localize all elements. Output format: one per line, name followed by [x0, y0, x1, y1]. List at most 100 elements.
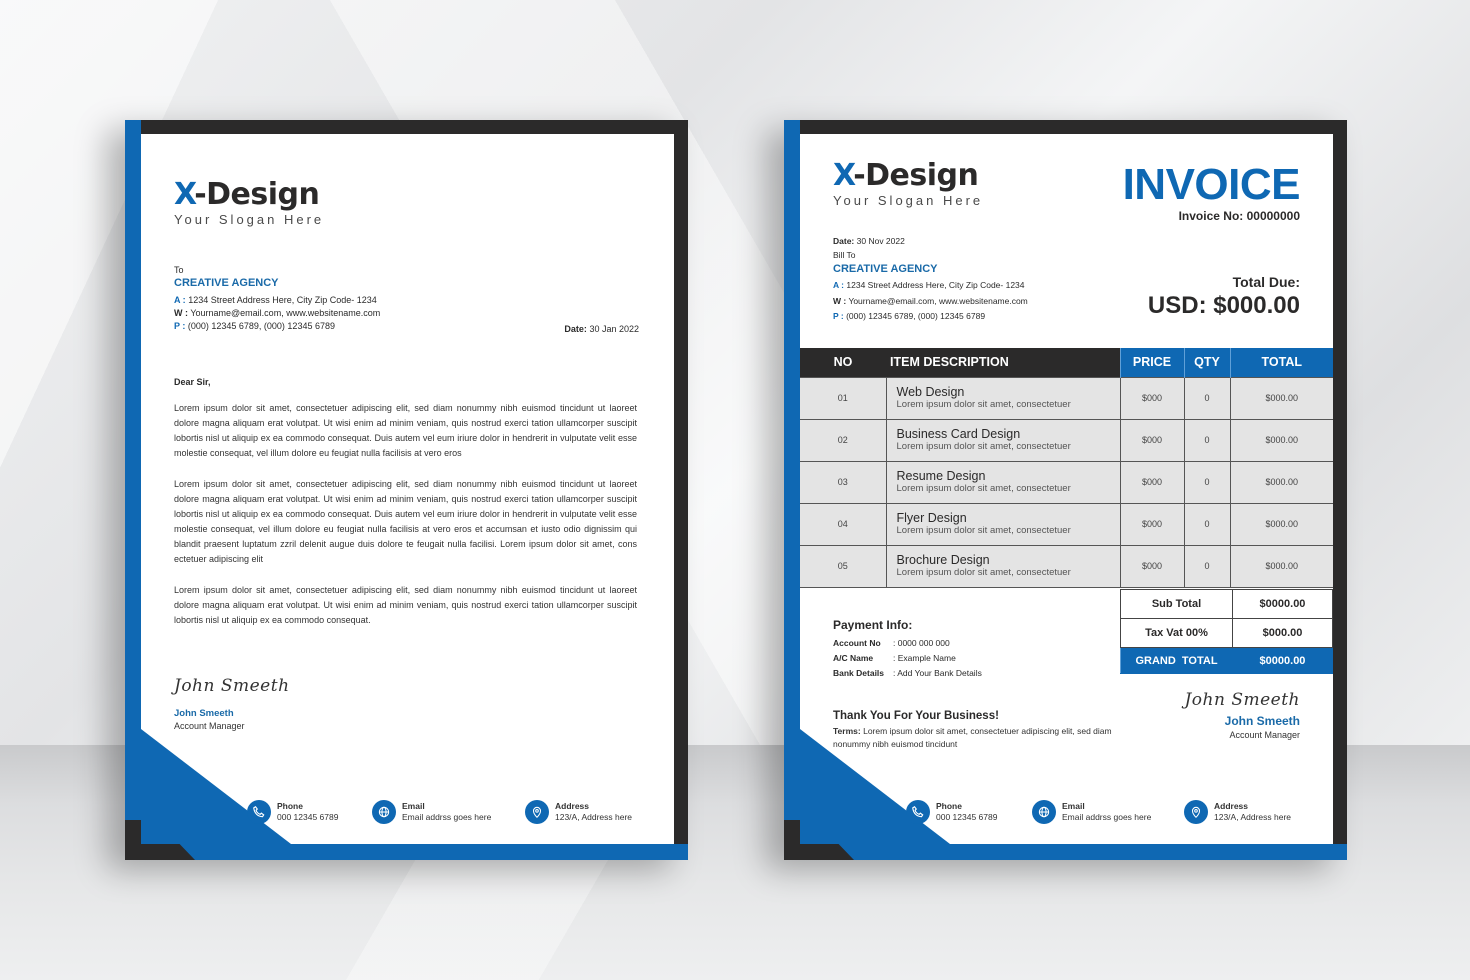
item-total: $000.00	[1229, 544, 1333, 588]
item-subtitle: Lorem ipsum dolor sit amet, consectetuer	[896, 525, 1071, 536]
phone-icon	[906, 800, 930, 824]
signer-role: Account Manager	[1229, 730, 1300, 740]
table-row: 05 Brochure Design Lorem ipsum dolor sit a…	[800, 544, 1333, 588]
item-total: $000.00	[1229, 418, 1333, 462]
location-pin-icon	[525, 800, 549, 824]
paper-corner-accent	[141, 729, 291, 844]
payment-row: Account No: 0000 000 000	[833, 638, 950, 648]
subtotal-value: $0000.00	[1232, 589, 1333, 619]
item-description: Business Card Design Lorem ipsum dolor si…	[885, 418, 1121, 462]
recipient-web: W : Yourname@email.com, www.websitename.…	[174, 308, 381, 318]
item-price: $000	[1119, 460, 1185, 504]
invoice-title: INVOICE	[1122, 160, 1301, 209]
letterhead-sheet: X-Design Your Slogan Here To CREATIVE AG…	[125, 120, 688, 860]
total-due-label: Total Due:	[1232, 274, 1300, 290]
handwritten-signature: John Smeeth	[1184, 690, 1300, 710]
letterhead-paper: X-Design Your Slogan Here To CREATIVE AG…	[141, 134, 674, 844]
greeting: Dear Sir,	[174, 377, 211, 387]
header-total: TOTAL	[1229, 348, 1333, 377]
item-qty: 0	[1183, 460, 1231, 504]
header-qty: QTY	[1183, 348, 1230, 377]
signature-block: John Smeeth John Smeeth Account Manager	[174, 676, 290, 731]
body-paragraph: Lorem ipsum dolor sit amet, consectetuer…	[174, 585, 637, 625]
item-no: 03	[800, 460, 887, 504]
item-qty: 0	[1183, 376, 1231, 420]
frame-bottom-bar	[784, 844, 1347, 860]
item-price: $000	[1119, 418, 1185, 462]
contact-phone: Phone 000 12345 6789	[906, 800, 1032, 824]
footer-contacts: Phone 000 12345 6789 Email Email addrss go…	[906, 800, 1291, 824]
item-description: Flyer Design Lorem ipsum dolor sit amet, …	[885, 502, 1121, 546]
grand-total-label: GRAND TOTAL	[1120, 647, 1233, 674]
item-title: Flyer Design	[896, 511, 967, 525]
recipient-address: A : 1234 Street Address Here, City Zip C…	[174, 295, 377, 305]
item-total: $000.00	[1229, 376, 1333, 420]
brand-slogan: Your Slogan Here	[174, 212, 325, 227]
recipient-address: A : 1234 Street Address Here, City Zip C…	[833, 280, 1025, 290]
header-description: ITEM DESCRIPTION	[886, 348, 1120, 377]
terms-text: Terms: Lorem ipsum dolor sit amet, conse…	[833, 726, 1112, 749]
tax-value: $000.00	[1232, 618, 1333, 648]
invoice-items-table: NO ITEM DESCRIPTION PRICE QTY TOTAL 01 We…	[800, 348, 1333, 588]
item-total: $000.00	[1229, 502, 1333, 546]
to-label: To	[174, 265, 184, 275]
payment-heading: Payment Info:	[833, 618, 913, 632]
total-due-block: Total Due: USD: $000.00	[1148, 274, 1300, 320]
thank-you-block: Thank You For Your Business! Terms: Lore…	[833, 710, 1133, 750]
item-title: Resume Design	[896, 469, 986, 483]
item-qty: 0	[1183, 418, 1231, 462]
payment-row: A/C Name: Example Name	[833, 653, 956, 663]
item-title: Web Design	[896, 385, 965, 399]
contact-phone: Phone 000 12345 6789	[247, 800, 372, 824]
tax-label: Tax Vat 00%	[1120, 618, 1233, 648]
item-title: Business Card Design	[896, 427, 1021, 441]
totals-table: Sub Total $0000.00 Tax Vat 00% $000.00 G…	[1120, 589, 1333, 674]
recipient-name: CREATIVE AGENCY	[833, 263, 938, 275]
company-logo: X-Design Your Slogan Here	[833, 160, 984, 209]
brand-name: X-Design	[174, 177, 320, 212]
recipient-phone: P : (000) 12345 6789, (000) 12345 6789	[833, 311, 986, 321]
payment-info: Payment Info: Account No: 0000 000 000 A…	[833, 618, 982, 681]
item-price: $000	[1119, 544, 1185, 588]
company-logo: X-Design Your Slogan Here	[174, 177, 325, 228]
item-description: Brochure Design Lorem ipsum dolor sit ame…	[885, 544, 1121, 588]
globe-icon	[1032, 800, 1056, 824]
item-no: 05	[800, 544, 887, 588]
item-subtitle: Lorem ipsum dolor sit amet, consectetuer	[896, 441, 1071, 452]
bill-to-block: Date: 30 Nov 2022 Bill To CREATIVE AGENC…	[833, 234, 1028, 325]
tax-row: Tax Vat 00% $000.00	[1120, 618, 1333, 648]
header-no: NO	[800, 348, 886, 377]
item-subtitle: Lorem ipsum dolor sit amet, consectetuer	[896, 567, 1071, 578]
subtotal-label: Sub Total	[1120, 589, 1233, 619]
brand-slogan: Your Slogan Here	[833, 193, 984, 208]
handwritten-signature: John Smeeth	[174, 676, 290, 696]
phone-icon	[247, 800, 271, 824]
letter-date: Date: 30 Jan 2022	[564, 324, 639, 334]
item-price: $000	[1119, 502, 1185, 546]
signer-name: John Smeeth	[174, 708, 234, 719]
location-pin-icon	[1184, 800, 1208, 824]
grand-total-row: GRAND TOTAL $0000.00	[1120, 647, 1333, 674]
table-row: 01 Web Design Lorem ipsum dolor sit amet, …	[800, 376, 1333, 420]
item-description: Web Design Lorem ipsum dolor sit amet, co…	[885, 376, 1121, 420]
item-total: $000.00	[1229, 460, 1333, 504]
item-no: 02	[800, 418, 887, 462]
table-row: 03 Resume Design Lorem ipsum dolor sit ame…	[800, 460, 1333, 504]
footer-contacts: Phone 000 12345 6789 Email Email addrss go…	[247, 800, 632, 824]
item-subtitle: Lorem ipsum dolor sit amet, consectetuer	[896, 399, 1071, 410]
contact-email: Email Email addrss goes here	[1032, 800, 1184, 824]
invoice-paper: X-Design Your Slogan Here INVOICE Invoic…	[800, 134, 1333, 844]
letter-body: Dear Sir, Lorem ipsum dolor sit amet, co…	[174, 377, 637, 644]
body-paragraph: Lorem ipsum dolor sit amet, consectetuer…	[174, 479, 637, 564]
invoice-number: Invoice No: 00000000	[1178, 209, 1300, 223]
item-subtitle: Lorem ipsum dolor sit amet, consectetuer	[896, 483, 1071, 494]
item-qty: 0	[1183, 502, 1231, 546]
thank-you-heading: Thank You For Your Business!	[833, 710, 999, 722]
contact-address: Address 123/A, Address here	[525, 800, 632, 824]
item-no: 04	[800, 502, 887, 546]
item-no: 01	[800, 376, 887, 420]
grand-total-value: $0000.00	[1232, 647, 1333, 674]
item-title: Brochure Design	[896, 553, 990, 567]
recipient-name: CREATIVE AGENCY	[174, 277, 279, 289]
header-price: PRICE	[1119, 348, 1184, 377]
